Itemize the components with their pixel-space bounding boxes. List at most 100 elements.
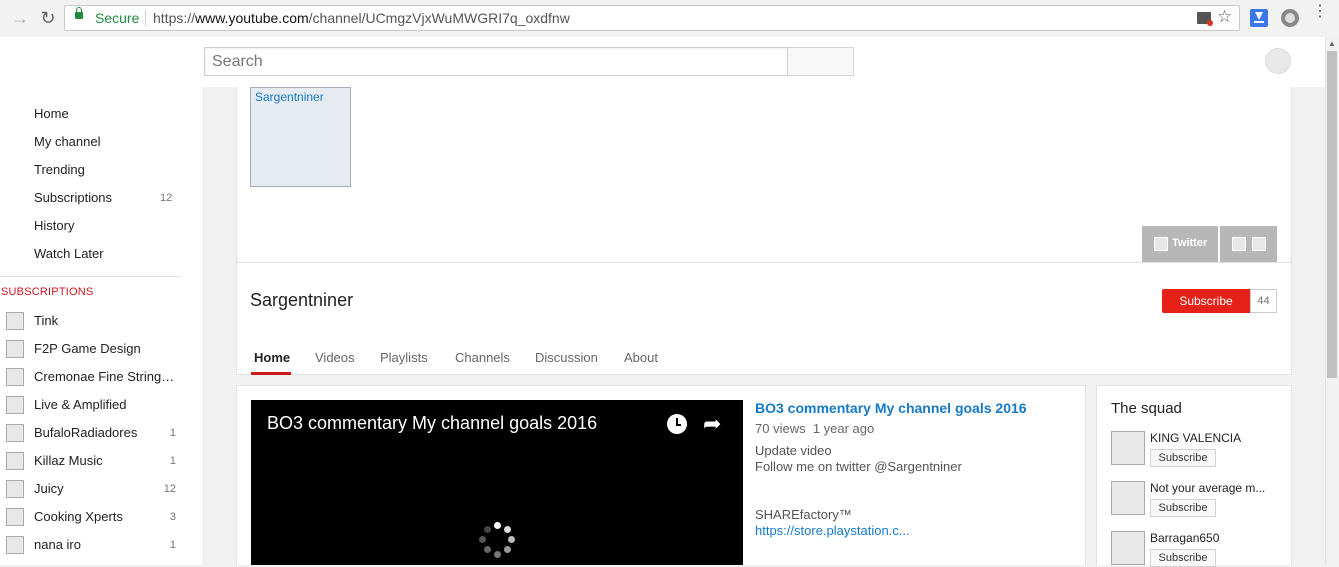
channel-title[interactable]: Sargentniner bbox=[250, 290, 353, 311]
video-player[interactable]: BO3 commentary My channel goals 2016 ➦ bbox=[251, 400, 743, 565]
subscription-item[interactable]: F2P Game Design bbox=[6, 339, 196, 359]
channel-thumbnail bbox=[6, 312, 24, 330]
tab-channels[interactable]: Channels bbox=[455, 350, 510, 365]
channel-thumbnail bbox=[6, 452, 24, 470]
subscription-name: Live & Amplified bbox=[34, 397, 127, 412]
share-icon[interactable]: ➦ bbox=[703, 413, 721, 435]
channel-header bbox=[236, 87, 1292, 375]
blocked-popup-icon[interactable] bbox=[1197, 12, 1213, 26]
featured-channels-title: The squad bbox=[1111, 400, 1182, 417]
subscription-item[interactable]: Cooking Xperts 3 bbox=[6, 507, 196, 527]
search-input[interactable]: Search bbox=[204, 47, 788, 76]
featured-channel-name[interactable]: Not your average m... bbox=[1150, 481, 1265, 495]
address-separator bbox=[145, 10, 146, 26]
subscription-name: Tink bbox=[34, 313, 59, 328]
browser-toolbar: → ↻ Secure https://www.youtube.com/chann… bbox=[0, 0, 1339, 38]
channel-avatar[interactable]: Sargentniner bbox=[250, 87, 351, 187]
sidebar-item-home[interactable]: Home bbox=[34, 106, 69, 121]
subscribe-button[interactable]: Subscribe bbox=[1150, 449, 1216, 467]
description-link[interactable]: https://store.playstation.c... bbox=[755, 523, 910, 538]
tab-videos[interactable]: Videos bbox=[315, 350, 355, 365]
active-tab-indicator bbox=[251, 372, 291, 375]
subscriptions-heading[interactable]: SUBSCRIPTIONS bbox=[1, 286, 93, 298]
guide-sidebar: Home My channel Trending Subscriptions 1… bbox=[0, 87, 204, 565]
lock-icon bbox=[75, 7, 83, 19]
sidebar-item-watch-later[interactable]: Watch Later bbox=[34, 246, 104, 261]
featured-channel-name[interactable]: Barragan650 bbox=[1150, 531, 1219, 545]
tab-discussion[interactable]: Discussion bbox=[535, 350, 598, 365]
sidebar-divider bbox=[0, 276, 181, 277]
tab-playlists[interactable]: Playlists bbox=[380, 350, 428, 365]
social-icon[interactable] bbox=[1252, 237, 1266, 251]
channel-thumbnail[interactable] bbox=[1111, 431, 1145, 465]
star-icon[interactable]: ☆ bbox=[1217, 7, 1232, 27]
extension-icon[interactable] bbox=[1281, 9, 1299, 27]
watch-later-clock-icon[interactable] bbox=[667, 414, 687, 434]
sidebar-item-trending[interactable]: Trending bbox=[34, 162, 85, 177]
subscription-item[interactable]: Juicy 12 bbox=[6, 479, 196, 499]
sidebar-item-history[interactable]: History bbox=[34, 218, 74, 233]
back-arrow-icon[interactable]: → bbox=[10, 8, 30, 28]
channel-thumbnail bbox=[6, 340, 24, 358]
address-bar[interactable]: Secure https://www.youtube.com/channel/U… bbox=[64, 5, 1240, 31]
subscription-name: BufaloRadiadores bbox=[34, 425, 138, 440]
subscription-item[interactable]: nana iro 1 bbox=[6, 535, 196, 555]
featured-channel-name[interactable]: KING VALENCIA bbox=[1150, 431, 1241, 445]
channel-thumbnail bbox=[6, 368, 24, 386]
subscribe-button[interactable]: Subscribe bbox=[1150, 549, 1216, 567]
search-button[interactable] bbox=[787, 47, 854, 76]
subscription-item[interactable]: Live & Amplified bbox=[6, 395, 196, 415]
tab-about[interactable]: About bbox=[624, 350, 658, 365]
social-icon[interactable] bbox=[1232, 237, 1246, 251]
channel-thumbnail[interactable] bbox=[1111, 481, 1145, 515]
channel-thumbnail[interactable] bbox=[1111, 531, 1145, 565]
url-path: /channel/UCmgzVjxWuMWGRI7q_oxdfnw bbox=[308, 10, 570, 26]
subscription-count: 1 bbox=[169, 427, 176, 439]
masthead: Search bbox=[0, 37, 1325, 87]
subscription-name: Juicy bbox=[34, 481, 64, 496]
social-links[interactable] bbox=[1220, 226, 1277, 262]
view-count: 70 views bbox=[755, 421, 806, 436]
subscription-item[interactable]: Cremonae Fine Stringe… bbox=[6, 367, 196, 387]
subscription-count: 1 bbox=[169, 455, 176, 467]
secure-label: Secure bbox=[95, 10, 140, 26]
tab-home[interactable]: Home bbox=[254, 350, 290, 365]
subscription-name: Killaz Music bbox=[34, 453, 103, 468]
channel-thumbnail bbox=[6, 508, 24, 526]
subscription-item[interactable]: Killaz Music 1 bbox=[6, 451, 196, 471]
menu-icon[interactable]: ⋮ bbox=[1312, 4, 1328, 27]
reload-icon[interactable]: ↻ bbox=[38, 8, 58, 28]
subscribe-button[interactable]: Subscribe bbox=[1162, 289, 1250, 313]
subscription-name: Cooking Xperts bbox=[34, 509, 123, 524]
description-line: Update video bbox=[755, 443, 832, 458]
scrollbar-thumb[interactable] bbox=[1327, 51, 1337, 378]
subscriptions-count: 12 bbox=[160, 192, 173, 204]
twitter-icon bbox=[1154, 237, 1168, 251]
upload-age: 1 year ago bbox=[812, 421, 875, 436]
subscription-name: F2P Game Design bbox=[34, 341, 141, 356]
channel-thumbnail bbox=[6, 536, 24, 554]
player-title[interactable]: BO3 commentary My channel goals 2016 bbox=[267, 413, 597, 434]
description-line: SHAREfactory™ bbox=[755, 507, 852, 522]
subscription-item[interactable]: BufaloRadiadores 1 bbox=[6, 423, 196, 443]
sidebar-item-subscriptions[interactable]: Subscriptions bbox=[34, 190, 112, 205]
description-line: Follow me on twitter @Sargentniner bbox=[755, 459, 962, 474]
channel-thumbnail bbox=[6, 424, 24, 442]
twitter-link[interactable]: Twitter bbox=[1142, 226, 1218, 262]
loading-spinner-icon bbox=[479, 522, 515, 558]
video-title-link[interactable]: BO3 commentary My channel goals 2016 bbox=[755, 400, 1027, 416]
url-host: www.youtube.com bbox=[195, 10, 309, 26]
subscription-count: 3 bbox=[169, 511, 176, 523]
subscription-item[interactable]: Tink bbox=[6, 311, 196, 331]
subscription-name: nana iro bbox=[34, 537, 81, 552]
download-extension-icon[interactable] bbox=[1250, 9, 1268, 27]
sidebar-item-my-channel[interactable]: My channel bbox=[34, 134, 100, 149]
subscription-name: Cremonae Fine Stringe… bbox=[34, 369, 179, 384]
avatar[interactable] bbox=[1265, 48, 1291, 74]
header-divider bbox=[236, 262, 1292, 263]
scroll-up-arrow-icon[interactable]: ▲ bbox=[1326, 39, 1338, 49]
subscribe-button[interactable]: Subscribe bbox=[1150, 499, 1216, 517]
url-text[interactable]: https://www.youtube.com/channel/UCmgzVjx… bbox=[153, 10, 570, 26]
video-metadata: 70 views 1 year ago bbox=[755, 421, 874, 436]
channel-avatar-alt-text: Sargentniner bbox=[255, 90, 324, 104]
